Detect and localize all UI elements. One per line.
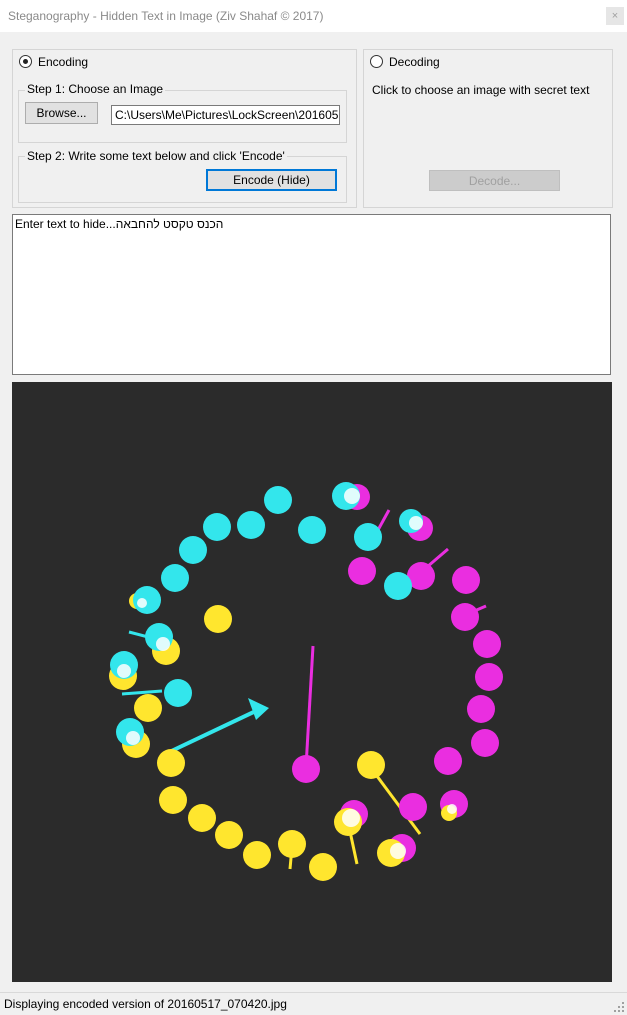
- image-preview: [12, 382, 612, 982]
- decoding-hint: Click to choose an image with secret tex…: [372, 83, 590, 97]
- encoded-image: [12, 382, 612, 982]
- step1-label: Step 1: Choose an Image: [25, 82, 166, 96]
- decoding-panel: Decoding Click to choose an image with s…: [363, 49, 613, 208]
- browse-button[interactable]: Browse...: [25, 102, 98, 124]
- encoding-panel: Encoding Step 1: Choose an Image Browse.…: [12, 49, 357, 208]
- resize-grip-icon[interactable]: [614, 1002, 624, 1012]
- encode-button[interactable]: Encode (Hide): [206, 169, 337, 191]
- step2-label: Step 2: Write some text below and click …: [25, 149, 287, 163]
- radio-selected-dot: [23, 59, 28, 64]
- decoding-radio[interactable]: [370, 55, 383, 68]
- window-title: Steganography - Hidden Text in Image (Zi…: [8, 9, 324, 23]
- status-bar: Displaying encoded version of 20160517_0…: [0, 992, 627, 1015]
- secret-text-input[interactable]: Enter text to hide...הכנס טקסט להחבאה: [12, 214, 611, 375]
- decode-button: Decode...: [429, 170, 560, 191]
- status-text: Displaying encoded version of 20160517_0…: [4, 997, 287, 1011]
- encoding-label: Encoding: [38, 55, 89, 69]
- encoding-radio[interactable]: [19, 55, 32, 68]
- secret-text-value: Enter text to hide...הכנס טקסט להחבאה: [15, 217, 224, 231]
- close-button[interactable]: ×: [606, 7, 624, 25]
- title-bar: Steganography - Hidden Text in Image (Zi…: [0, 0, 627, 32]
- image-path-field[interactable]: C:\Users\Me\Pictures\LockScreen\20160517…: [111, 105, 340, 125]
- decoding-label: Decoding: [389, 55, 440, 69]
